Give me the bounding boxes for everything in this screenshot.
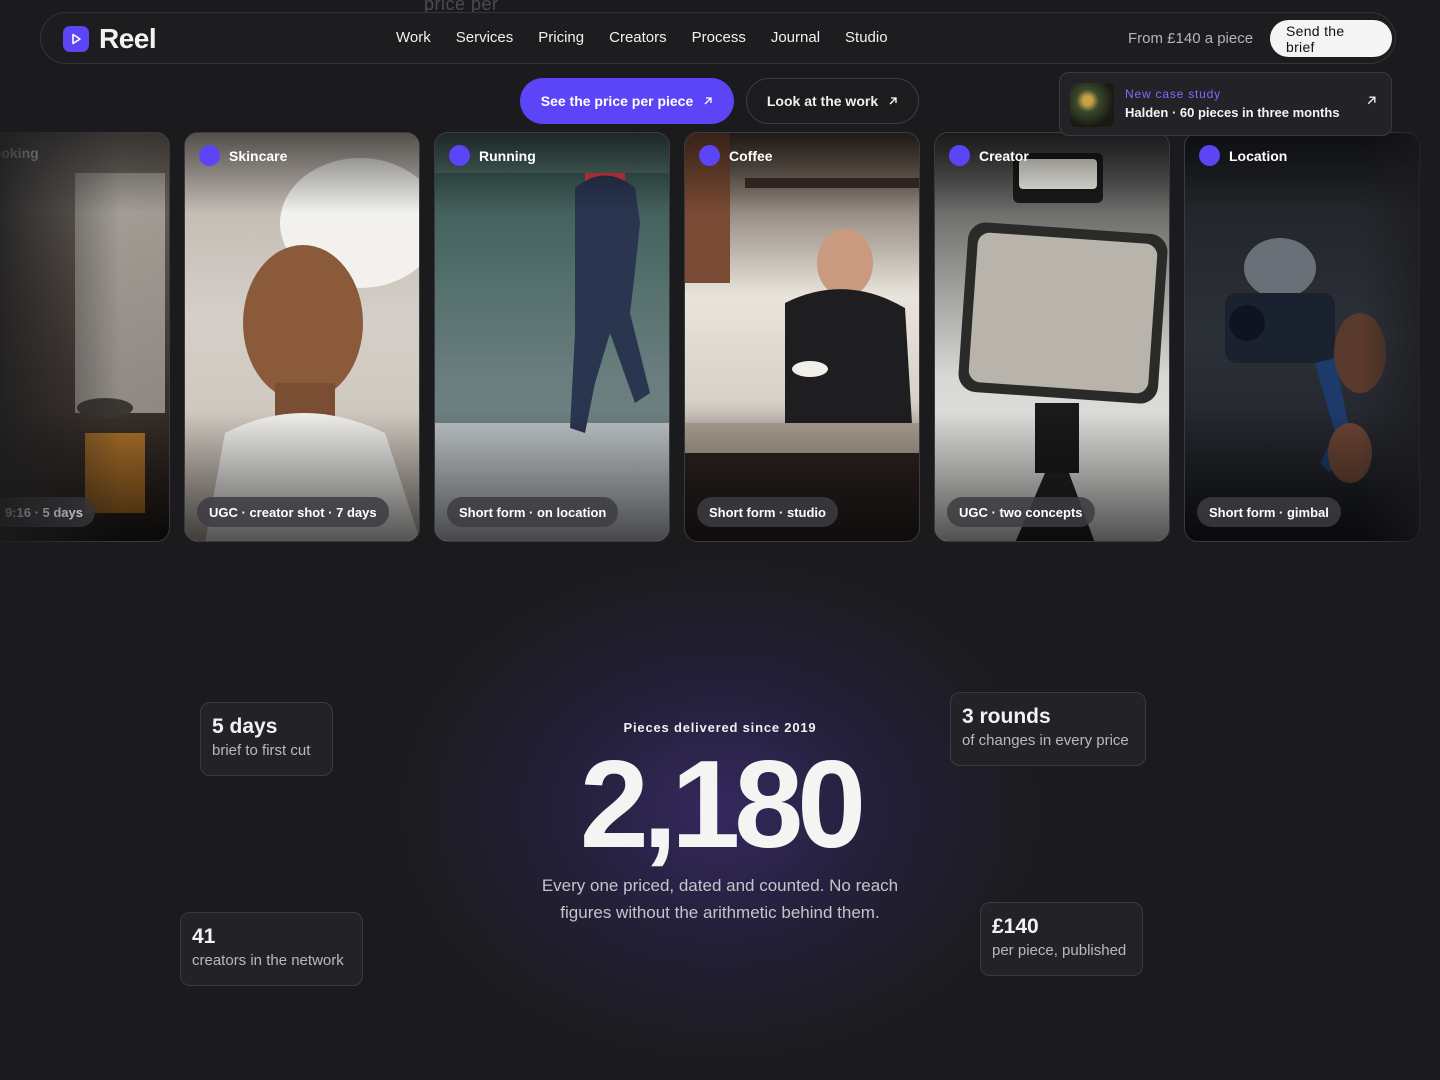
card-tag-label: Running bbox=[479, 147, 536, 164]
nav-link-process[interactable]: Process bbox=[692, 29, 746, 46]
stat-value: 3 rounds bbox=[962, 705, 1051, 728]
work-card-running[interactable]: Running Short form · on location bbox=[434, 132, 670, 542]
see-price-button[interactable]: See the price per piece bbox=[520, 78, 734, 124]
card-tag-dot bbox=[699, 145, 720, 166]
card-format-pill: Short form · on location bbox=[447, 497, 619, 527]
work-card-coffee[interactable]: Coffee Short form · studio bbox=[684, 132, 920, 542]
card-tag-label: Skincare bbox=[229, 147, 288, 164]
look-at-work-label: Look at the work bbox=[766, 93, 879, 109]
price-note: From £140 a piece bbox=[1128, 30, 1254, 47]
work-card-cooking[interactable]: cooking · 9:16 · 5 days bbox=[0, 132, 170, 542]
stat-label: brief to first cut bbox=[212, 742, 311, 759]
card-format-pill: · 9:16 · 5 days bbox=[0, 497, 95, 527]
nav-link-creators[interactable]: Creators bbox=[609, 29, 667, 46]
look-at-work-button[interactable]: Look at the work bbox=[746, 78, 919, 124]
stat-card-creators: 41 creators in the network bbox=[180, 912, 363, 986]
work-card-location[interactable]: Location Short form · gimbal bbox=[1184, 132, 1420, 542]
nav-link-studio[interactable]: Studio bbox=[845, 29, 888, 46]
stat-label: creators in the network bbox=[192, 952, 344, 969]
see-price-label: See the price per piece bbox=[540, 93, 694, 109]
nav-link-journal[interactable]: Journal bbox=[771, 29, 820, 46]
stat-value: 5 days bbox=[212, 715, 278, 738]
card-tag-dot bbox=[449, 145, 470, 166]
stat-value: £140 bbox=[992, 915, 1039, 938]
stat-value: 41 bbox=[192, 925, 216, 948]
send-brief-button[interactable]: Send the brief bbox=[1270, 20, 1392, 57]
counter-kicker: Pieces delivered since 2019 bbox=[623, 720, 817, 735]
stat-label: per piece, published bbox=[992, 942, 1127, 959]
card-tag-dot bbox=[1199, 145, 1220, 166]
card-tag: Skincare bbox=[199, 145, 287, 166]
stat-label: of changes in every price bbox=[962, 732, 1129, 749]
card-format-pill: UGC · creator shot · 7 days bbox=[197, 497, 389, 527]
card-tag: cooking bbox=[0, 145, 39, 161]
case-study-kicker: New case study bbox=[1125, 87, 1221, 101]
work-card-creator[interactable]: Creator UGC · two concepts bbox=[934, 132, 1170, 542]
card-tag-label: cooking bbox=[0, 145, 39, 161]
card-format-pill: Short form · studio bbox=[697, 497, 838, 527]
play-icon bbox=[63, 26, 89, 52]
nav-link-services[interactable]: Services bbox=[456, 29, 514, 46]
card-format-pill: Short form · gimbal bbox=[1197, 497, 1341, 527]
stat-card-turnaround: 5 days brief to first cut bbox=[200, 702, 333, 776]
card-tag: Location bbox=[1199, 145, 1287, 166]
case-study-card[interactable]: New case study Halden · 60 pieces in thr… bbox=[1059, 72, 1392, 136]
card-tag: Creator bbox=[949, 145, 1029, 166]
card-tag-label: Coffee bbox=[729, 147, 773, 164]
nav-link-work[interactable]: Work bbox=[396, 29, 431, 46]
work-card-skincare[interactable]: Skincare UGC · creator shot · 7 days bbox=[184, 132, 420, 542]
card-tag-label: Creator bbox=[979, 147, 1029, 164]
card-tag: Running bbox=[449, 145, 536, 166]
arrow-up-right-icon bbox=[1367, 96, 1376, 105]
stat-card-price: £140 per piece, published bbox=[980, 902, 1143, 976]
nav-links: Work Services Pricing Creators Process J… bbox=[396, 29, 913, 46]
card-format-pill: UGC · two concepts bbox=[947, 497, 1095, 527]
nav-link-pricing[interactable]: Pricing bbox=[538, 29, 584, 46]
stat-card-rounds: 3 rounds of changes in every price bbox=[950, 692, 1146, 766]
brand-name: Reel bbox=[99, 23, 157, 54]
arrow-up-right-icon bbox=[889, 97, 897, 105]
counter-description: Every one priced, dated and counted. No … bbox=[541, 876, 899, 922]
arrow-up-right-icon bbox=[704, 97, 712, 105]
case-study-thumbnail bbox=[1070, 83, 1114, 127]
brand-logo[interactable]: Reel bbox=[63, 23, 157, 54]
case-study-title: Halden · 60 pieces in three months bbox=[1125, 105, 1340, 120]
top-navbar: Reel Work Services Pricing Creators Proc… bbox=[40, 12, 1396, 64]
card-tag: Coffee bbox=[699, 145, 773, 166]
card-tag-label: Location bbox=[1229, 147, 1288, 164]
card-tag-dot bbox=[199, 145, 220, 166]
counter-value: 2,180 bbox=[579, 736, 866, 874]
card-tag-dot bbox=[949, 145, 970, 166]
